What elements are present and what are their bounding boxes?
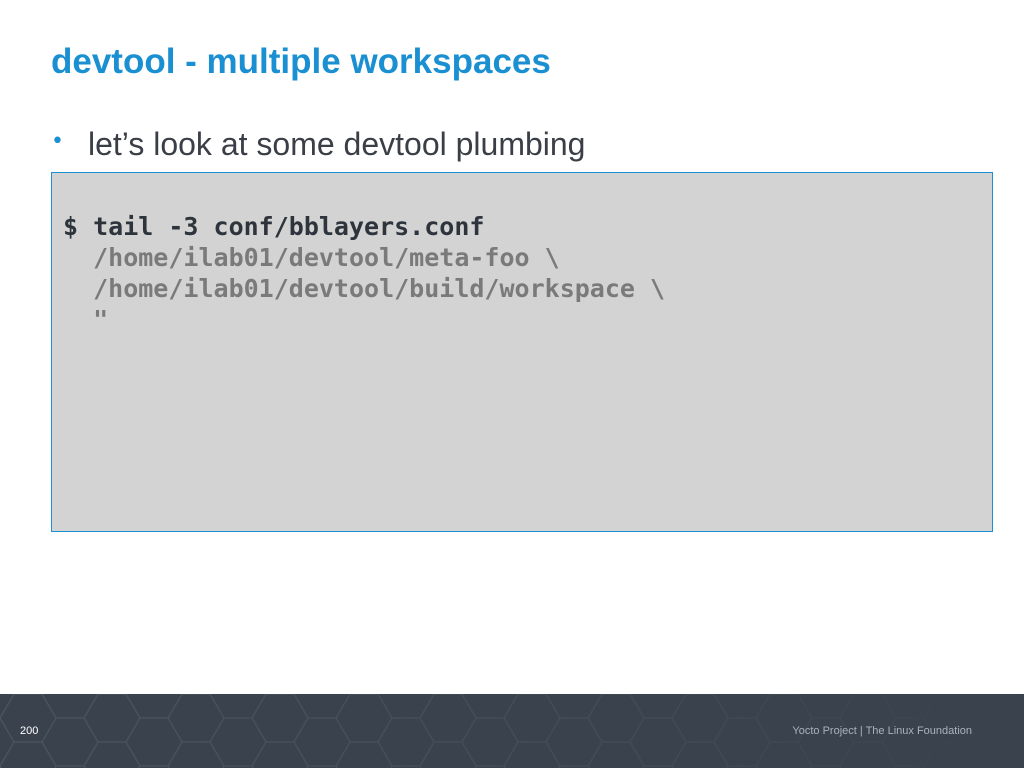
page-number: 200 [20, 725, 39, 737]
code-output-line: /home/ilab01/devtool/meta-foo \ [63, 243, 560, 272]
footer-bar: 200 Yocto Project | The Linux Foundation [0, 694, 1024, 768]
code-output-line: " [63, 305, 109, 334]
code-command-line: $ tail -3 conf/bblayers.conf [63, 212, 485, 241]
code-block: $ tail -3 conf/bblayers.conf /home/ilab0… [51, 172, 993, 532]
bullet-dot-icon: • [51, 129, 64, 154]
bullet-item: • let’s look at some devtool plumbing [51, 124, 585, 164]
footer-credit: Yocto Project | The Linux Foundation [792, 725, 972, 737]
code-output-line: /home/ilab01/devtool/build/workspace \ [63, 274, 666, 303]
slide-title: devtool - multiple workspaces [51, 42, 551, 81]
bullet-text: let’s look at some devtool plumbing [88, 126, 586, 162]
